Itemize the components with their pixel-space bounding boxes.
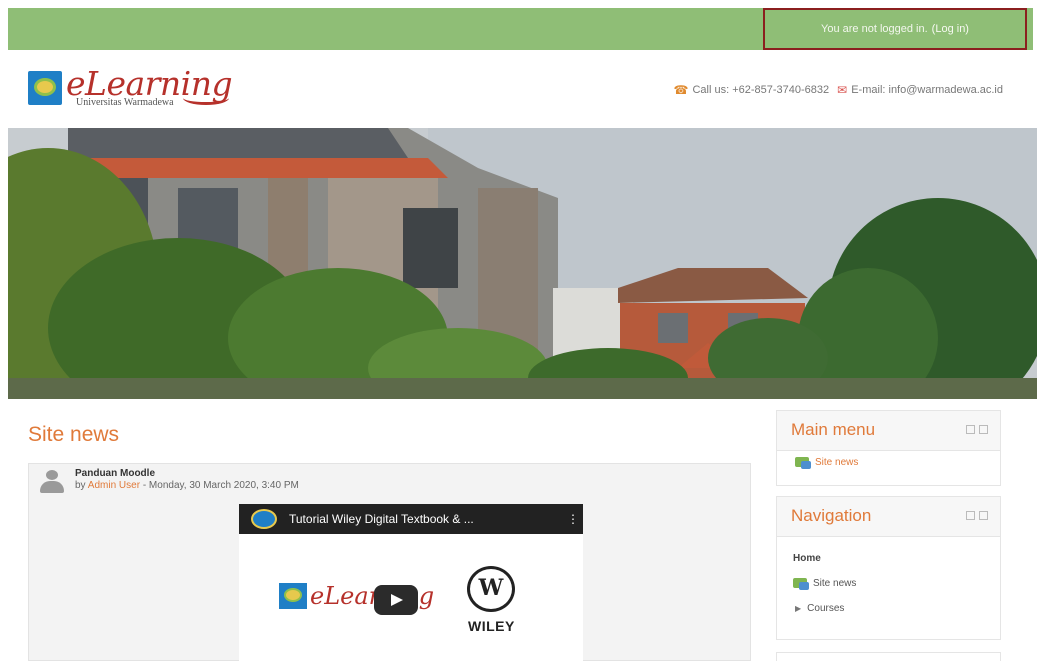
- login-status-text: You are not logged in.: [821, 23, 928, 35]
- news-icon: [793, 578, 809, 591]
- expand-arrow-icon[interactable]: ▶: [795, 604, 801, 613]
- contact-info: ☎ Call us: +62-857-3740-6832 ✉ E-mail: i…: [674, 83, 1003, 97]
- dock-block-icon[interactable]: [966, 511, 988, 521]
- nav-item-courses[interactable]: ▶ Courses: [795, 603, 844, 614]
- post-author-link[interactable]: Admin User: [88, 480, 140, 491]
- login-link[interactable]: (Log in): [932, 23, 969, 35]
- phone-text: Call us: +62-857-3740-6832: [692, 84, 830, 96]
- dock-block-icon[interactable]: [966, 425, 988, 435]
- wiley-logo-icon: W: [467, 566, 515, 612]
- post-by-prefix: by: [75, 480, 86, 491]
- video-menu-icon[interactable]: ⋮: [563, 512, 583, 526]
- university-emblem-icon: [279, 583, 307, 609]
- top-bar: You are not logged in. (Log in): [8, 8, 1033, 50]
- main-menu-item-site-news[interactable]: Site news: [795, 457, 859, 470]
- campus-banner-image: [8, 128, 1037, 399]
- nav-item-label: Courses: [807, 603, 845, 614]
- section-title: Site news: [28, 423, 120, 446]
- main-menu-item-label: Site news: [815, 457, 859, 468]
- avatar-icon: [37, 468, 67, 494]
- wiley-wordmark: WILEY: [468, 618, 515, 634]
- post-date: - Monday, 30 March 2020, 3:40 PM: [142, 480, 299, 491]
- login-status: You are not logged in. (Log in): [763, 8, 1027, 50]
- site-header: eLearning Universitas Warmadewa ☎ Call u…: [8, 52, 1033, 128]
- mail-icon: ✉: [837, 83, 848, 97]
- post-title: Panduan Moodle: [75, 468, 155, 479]
- logo-swoosh: [183, 91, 229, 105]
- video-title[interactable]: Tutorial Wiley Digital Textbook & ...: [289, 512, 563, 526]
- university-emblem-icon: [28, 70, 62, 105]
- phone-icon: ☎: [673, 83, 689, 97]
- next-block: [776, 652, 1001, 661]
- channel-avatar-icon[interactable]: [251, 509, 277, 529]
- nav-item-label: Site news: [813, 578, 857, 589]
- main-menu-block: Main menu Site news: [776, 410, 1001, 486]
- main-menu-title: Main menu: [791, 420, 876, 439]
- navigation-block: Navigation Home Site news ▶ Courses: [776, 496, 1001, 640]
- embedded-video[interactable]: Tutorial Wiley Digital Textbook & ... ⋮ …: [239, 504, 583, 661]
- nav-item-home[interactable]: Home: [793, 553, 821, 564]
- news-icon: [795, 457, 811, 470]
- email-text: E-mail: info@warmadewa.ac.id: [851, 84, 1003, 96]
- news-post: Panduan Moodle by Admin User - Monday, 3…: [28, 463, 751, 661]
- play-button[interactable]: [374, 585, 418, 615]
- navigation-title: Navigation: [791, 506, 872, 525]
- nav-item-site-news[interactable]: Site news: [793, 578, 857, 591]
